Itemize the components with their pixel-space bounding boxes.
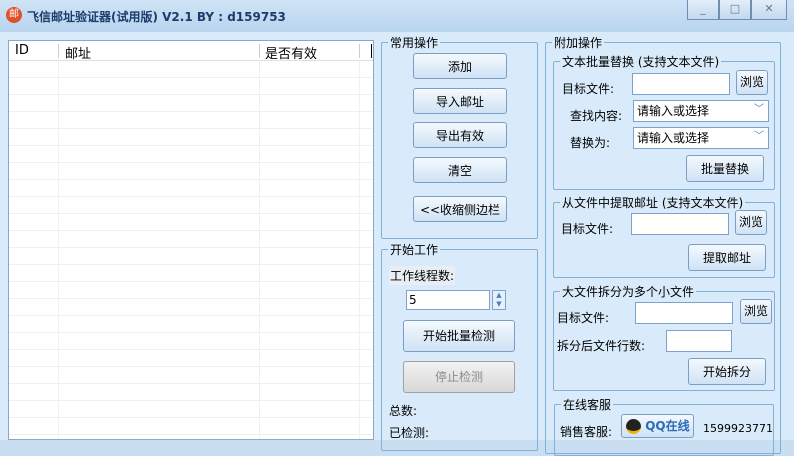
table-row [9,350,373,367]
table-row [9,265,373,282]
table-row [9,299,373,316]
find-placeholder: 请输入或选择 [637,104,710,118]
replace-browse-button[interactable]: 浏览 [736,70,768,95]
split-lines-label: 拆分后文件行数: [557,339,646,353]
stop-check-button[interactable]: 停止检测 [403,361,515,393]
group-title: 在线客服 [563,398,612,412]
replace-target-input[interactable] [632,73,730,95]
batch-replace-button[interactable]: 批量替换 [686,155,764,182]
table-row [9,418,373,435]
table-row [9,197,373,214]
split-target-input[interactable] [635,302,733,324]
split-target-label: 目标文件: [557,311,610,325]
start-split-button[interactable]: 开始拆分 [688,358,766,385]
table-row [9,146,373,163]
qq-penguin-icon [626,419,641,434]
table-row [9,214,373,231]
find-combobox[interactable]: 请输入或选择 ﹀ [633,100,769,122]
table-row [9,129,373,146]
group-title: 开始工作 [390,243,439,257]
close-button[interactable]: ✕ [751,0,787,20]
threads-label: 工作线程数: [389,266,456,285]
qq-online-button[interactable]: QQ在线 [621,414,694,438]
group-title: 文本批量替换 (支持文本文件) [562,55,720,69]
table-row [9,401,373,418]
column-valid[interactable]: 是否有效 [265,43,317,62]
group-title: 常用操作 [390,36,439,50]
start-check-button[interactable]: 开始批量检测 [403,320,515,352]
group-title: 附加操作 [554,36,603,50]
table-row [9,112,373,129]
table-row [9,163,373,180]
group-title: 从文件中提取邮址 (支持文本文件) [562,196,744,210]
total-label: 总数: [389,404,418,418]
extract-email-button[interactable]: 提取邮址 [688,244,766,271]
table-row [9,367,373,384]
replace-combobox[interactable]: 请输入或选择 ﹀ [633,127,769,149]
column-id[interactable]: ID [15,43,29,58]
split-lines-input[interactable] [666,330,732,352]
table-row [9,61,373,78]
replace-with-label: 替换为: [570,136,611,150]
threads-stepper[interactable]: ▲ ▼ [492,290,506,310]
chevron-down-icon[interactable]: ﹀ [754,129,764,145]
replace-target-label: 目标文件: [562,82,615,96]
clear-button[interactable]: 清空 [413,157,507,183]
column-email[interactable]: 邮址 [65,43,91,62]
threads-input[interactable]: 5 [406,290,490,310]
minimize-button[interactable]: _ [687,0,719,20]
table-row [9,384,373,401]
sales-label: 销售客服: [560,425,613,439]
table-row [9,95,373,112]
table-row [9,316,373,333]
find-label: 查找内容: [570,109,623,123]
table-row [9,78,373,95]
replace-placeholder: 请输入或选择 [637,131,710,145]
checked-label: 已检测: [389,426,430,440]
qq-number: 1599923771 [703,422,773,435]
table-row [9,180,373,197]
table-row [9,231,373,248]
extract-target-label: 目标文件: [561,222,614,236]
add-button[interactable]: 添加 [413,53,507,79]
maximize-button[interactable]: □ [719,0,751,20]
export-button[interactable]: 导出有效 [413,122,507,148]
table-row [9,333,373,350]
qq-label: QQ在线 [645,419,690,433]
app-icon: 邮 [6,7,22,23]
collapse-sidebar-button[interactable]: <<收缩侧边栏 [413,196,507,222]
chevron-down-icon[interactable]: ﹀ [754,102,764,118]
extract-browse-button[interactable]: 浏览 [735,210,767,235]
list-header: ID 邮址 是否有效 [9,41,373,62]
email-list[interactable]: ID 邮址 是否有效 [8,40,374,440]
table-row [9,248,373,265]
split-browse-button[interactable]: 浏览 [740,299,772,324]
window-title: 飞信邮址验证器(试用版) V2.1 BY : d159753 [27,10,286,24]
extract-target-input[interactable] [631,213,729,235]
title-bar: 邮 飞信邮址验证器(试用版) V2.1 BY : d159753 _ □ ✕ [0,0,794,32]
group-title: 大文件拆分为多个小文件 [562,285,695,299]
import-button[interactable]: 导入邮址 [413,88,507,114]
table-row [9,282,373,299]
